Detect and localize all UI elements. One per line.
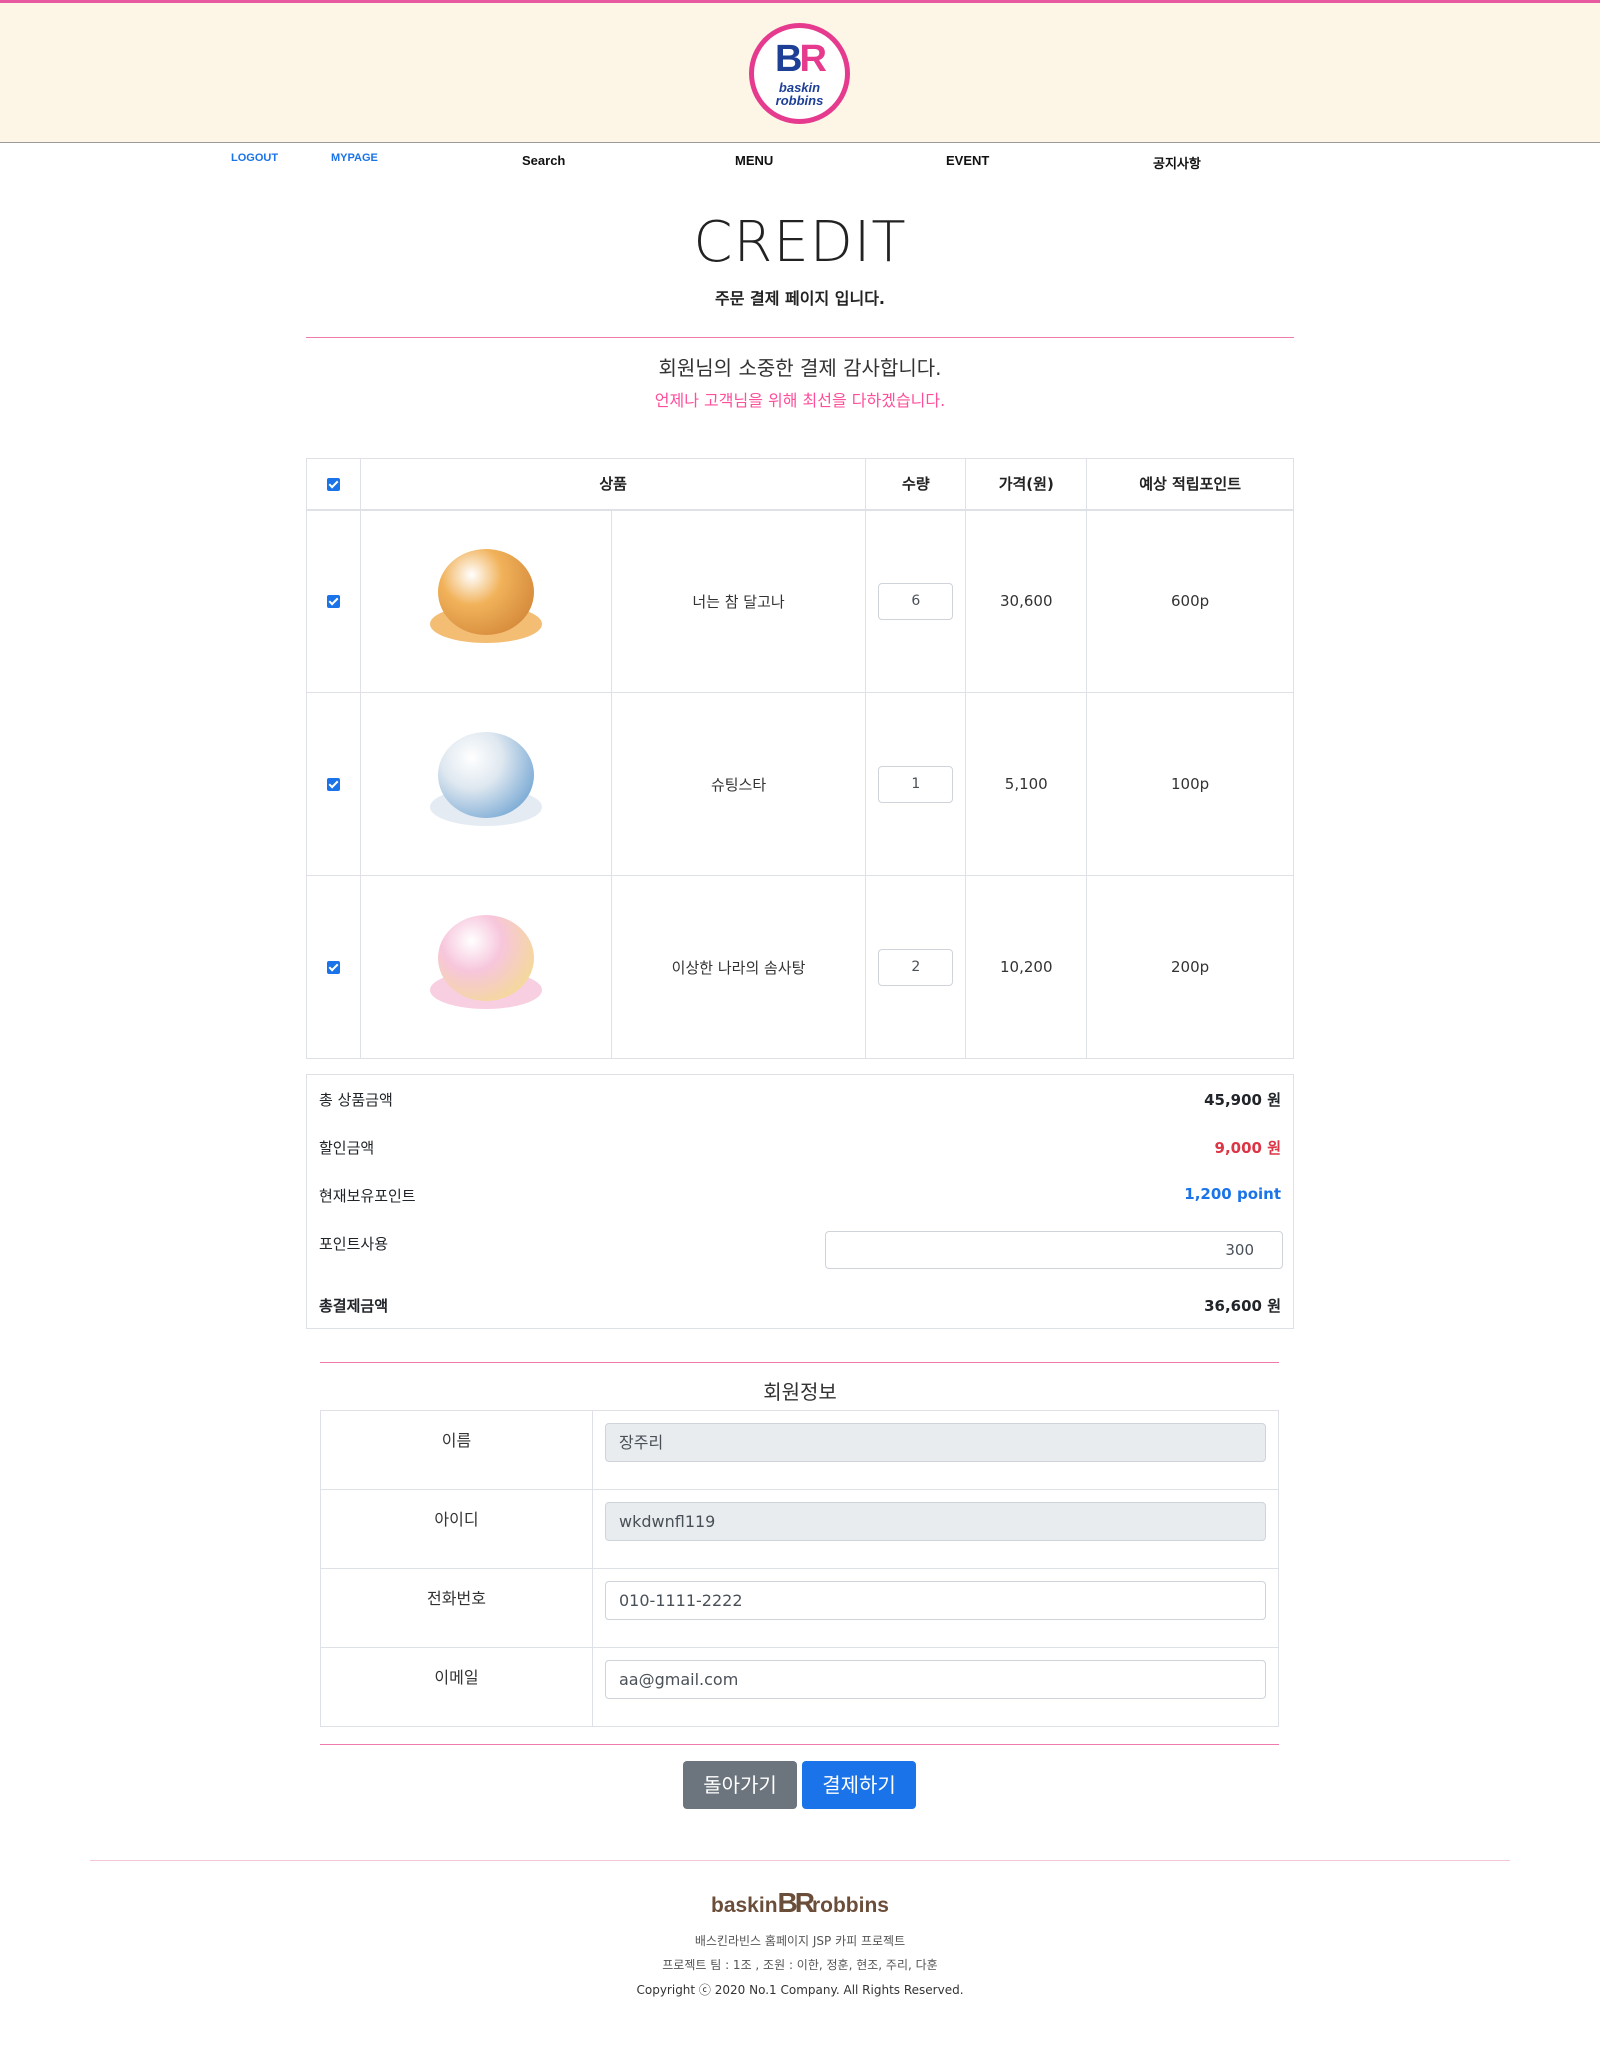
footer-divider (90, 1860, 1510, 1861)
select-all-checkbox[interactable] (326, 477, 340, 491)
page-title: CREDIT (693, 210, 907, 275)
member-field-label: 아이디 (320, 1489, 593, 1569)
notice-link[interactable]: 공지사항 (1153, 153, 1201, 172)
member-field-label: 이름 (320, 1410, 593, 1490)
ice-cream-image (426, 726, 546, 838)
points-label: 현재보유포인트 (319, 1187, 416, 1205)
row-checkbox[interactable] (326, 961, 340, 974)
footer-logo-left: baskin (711, 1894, 778, 1917)
back-button[interactable]: 돌아가기 (683, 1761, 797, 1809)
logo-inner: BR baskin robbins (754, 28, 845, 119)
member-section-title: 회원정보 (763, 1380, 837, 1404)
points-value: 1,200 point (1184, 1185, 1281, 1203)
logo-br-mark: BR (775, 38, 827, 80)
cart-row: 이상한 나라의 솜사탕 2 10,200 200p (306, 875, 1294, 1059)
footer-logo-right: robbins (811, 1894, 889, 1917)
ice-cream-image (426, 909, 546, 1021)
page-subtitle: 주문 결제 페이지 입니다. (715, 289, 885, 308)
member-field-input[interactable]: 010-1111-2222 (605, 1581, 1266, 1620)
row-checkbox[interactable] (326, 778, 340, 791)
price-cell: 30,600 (965, 509, 1088, 693)
final-label: 총결제금액 (319, 1297, 389, 1315)
divider (306, 337, 1294, 338)
footer-logo: baskinBRrobbins (0, 1887, 1600, 1919)
total-label: 총 상품금액 (319, 1091, 393, 1109)
divider (320, 1362, 1279, 1363)
col-quantity: 수량 (865, 458, 967, 511)
member-field-label: 전화번호 (320, 1568, 593, 1648)
event-link[interactable]: EVENT (946, 153, 989, 168)
member-field-input: 장주리 (605, 1423, 1266, 1462)
baskin-robbins-logo[interactable]: BR baskin robbins (749, 23, 850, 124)
member-field-input: wkdwnfl119 (605, 1502, 1266, 1541)
footer-team-text: 프로젝트 팀 : 1조 , 조원 : 이한, 정훈, 현조, 주리, 다훈 (662, 1958, 938, 1972)
footer-copyright: Copyright ⓒ 2020 No.1 Company. All Right… (636, 1983, 964, 1997)
cart-table: 상품 수량 가격(원) 예상 적립포인트 너는 참 달고나 6 30,600 600p… (306, 458, 1294, 1059)
product-name: 이상한 나라의 솜사탕 (610, 875, 867, 1059)
ice-cream-image (426, 543, 546, 655)
discount-label: 할인금액 (319, 1139, 375, 1157)
quantity-cell: 2 (865, 875, 967, 1059)
cart-row: 너는 참 달고나 6 30,600 600p (306, 509, 1294, 693)
quantity-cell: 1 (865, 692, 967, 876)
member-info-table: 이름 장주리아이디 wkdwnfl119 전화번호 010-1111-2222 이메일 aa… (320, 1410, 1279, 1727)
mypage-link[interactable]: MYPAGE (331, 152, 378, 164)
use-points-input[interactable]: 300 (825, 1231, 1283, 1269)
points-cell: 100p (1086, 692, 1294, 876)
promise-message: 언제나 고객님을 위해 최선을 다하겠습니다. (654, 391, 946, 410)
member-field-input[interactable]: aa@gmail.com (605, 1660, 1266, 1699)
row-checkbox[interactable] (326, 595, 340, 609)
member-field-cell: 장주리 (592, 1410, 1279, 1490)
points-cell: 600p (1086, 509, 1294, 693)
member-row: 이름 장주리 (320, 1410, 1279, 1490)
product-image-cell (359, 875, 612, 1059)
member-row: 아이디 wkdwnfl119 (320, 1489, 1279, 1569)
member-field-cell: aa@gmail.com (592, 1647, 1279, 1727)
member-row: 이메일 aa@gmail.com (320, 1647, 1279, 1727)
menu-link[interactable]: MENU (735, 153, 773, 168)
search-link[interactable]: Search (522, 153, 565, 168)
footer-project-text: 배스킨라빈스 홈페이지 JSP 카피 프로젝트 (694, 1934, 906, 1948)
row-select-cell (306, 692, 361, 876)
points-cell: 200p (1086, 875, 1294, 1059)
quantity-input[interactable]: 6 (878, 582, 954, 620)
price-cell: 5,100 (965, 692, 1088, 876)
cart-row: 슈팅스타 1 5,100 100p (306, 692, 1294, 876)
product-image-cell (359, 692, 612, 876)
cart-header-row: 상품 수량 가격(원) 예상 적립포인트 (306, 458, 1294, 511)
footer-logo-br: BR (777, 1887, 815, 1918)
payment-summary: 총 상품금액 45,900 원 할인금액 9,000 원 현재보유포인트 1,2… (306, 1074, 1294, 1329)
final-value: 36,600 원 (1204, 1297, 1281, 1315)
price-cell: 10,200 (965, 875, 1088, 1059)
quantity-input[interactable]: 1 (878, 765, 954, 803)
member-field-label: 이메일 (320, 1647, 593, 1727)
quantity-cell: 6 (865, 509, 967, 693)
divider (320, 1744, 1279, 1745)
col-product: 상품 (359, 458, 867, 511)
quantity-input[interactable]: 2 (878, 948, 954, 986)
select-all-cell (306, 458, 361, 511)
pay-button[interactable]: 결제하기 (802, 1761, 916, 1809)
member-field-cell: 010-1111-2222 (592, 1568, 1279, 1648)
use-points-label: 포인트사용 (319, 1235, 389, 1253)
col-points: 예상 적립포인트 (1086, 458, 1294, 511)
discount-value: 9,000 원 (1214, 1139, 1281, 1157)
product-name: 슈팅스타 (610, 692, 867, 876)
logout-link[interactable]: LOGOUT (231, 152, 278, 164)
product-name: 너는 참 달고나 (610, 509, 867, 693)
member-field-cell: wkdwnfl119 (592, 1489, 1279, 1569)
row-select-cell (306, 875, 361, 1059)
total-value: 45,900 원 (1204, 1091, 1281, 1109)
product-image-cell (359, 509, 612, 693)
top-header: BR baskin robbins (0, 0, 1600, 143)
member-row: 전화번호 010-1111-2222 (320, 1568, 1279, 1648)
logo-wordmark: baskin robbins (775, 80, 824, 108)
row-select-cell (306, 509, 361, 693)
col-price: 가격(원) (965, 458, 1088, 511)
thanks-message: 회원님의 소중한 결제 감사합니다. (658, 356, 942, 380)
